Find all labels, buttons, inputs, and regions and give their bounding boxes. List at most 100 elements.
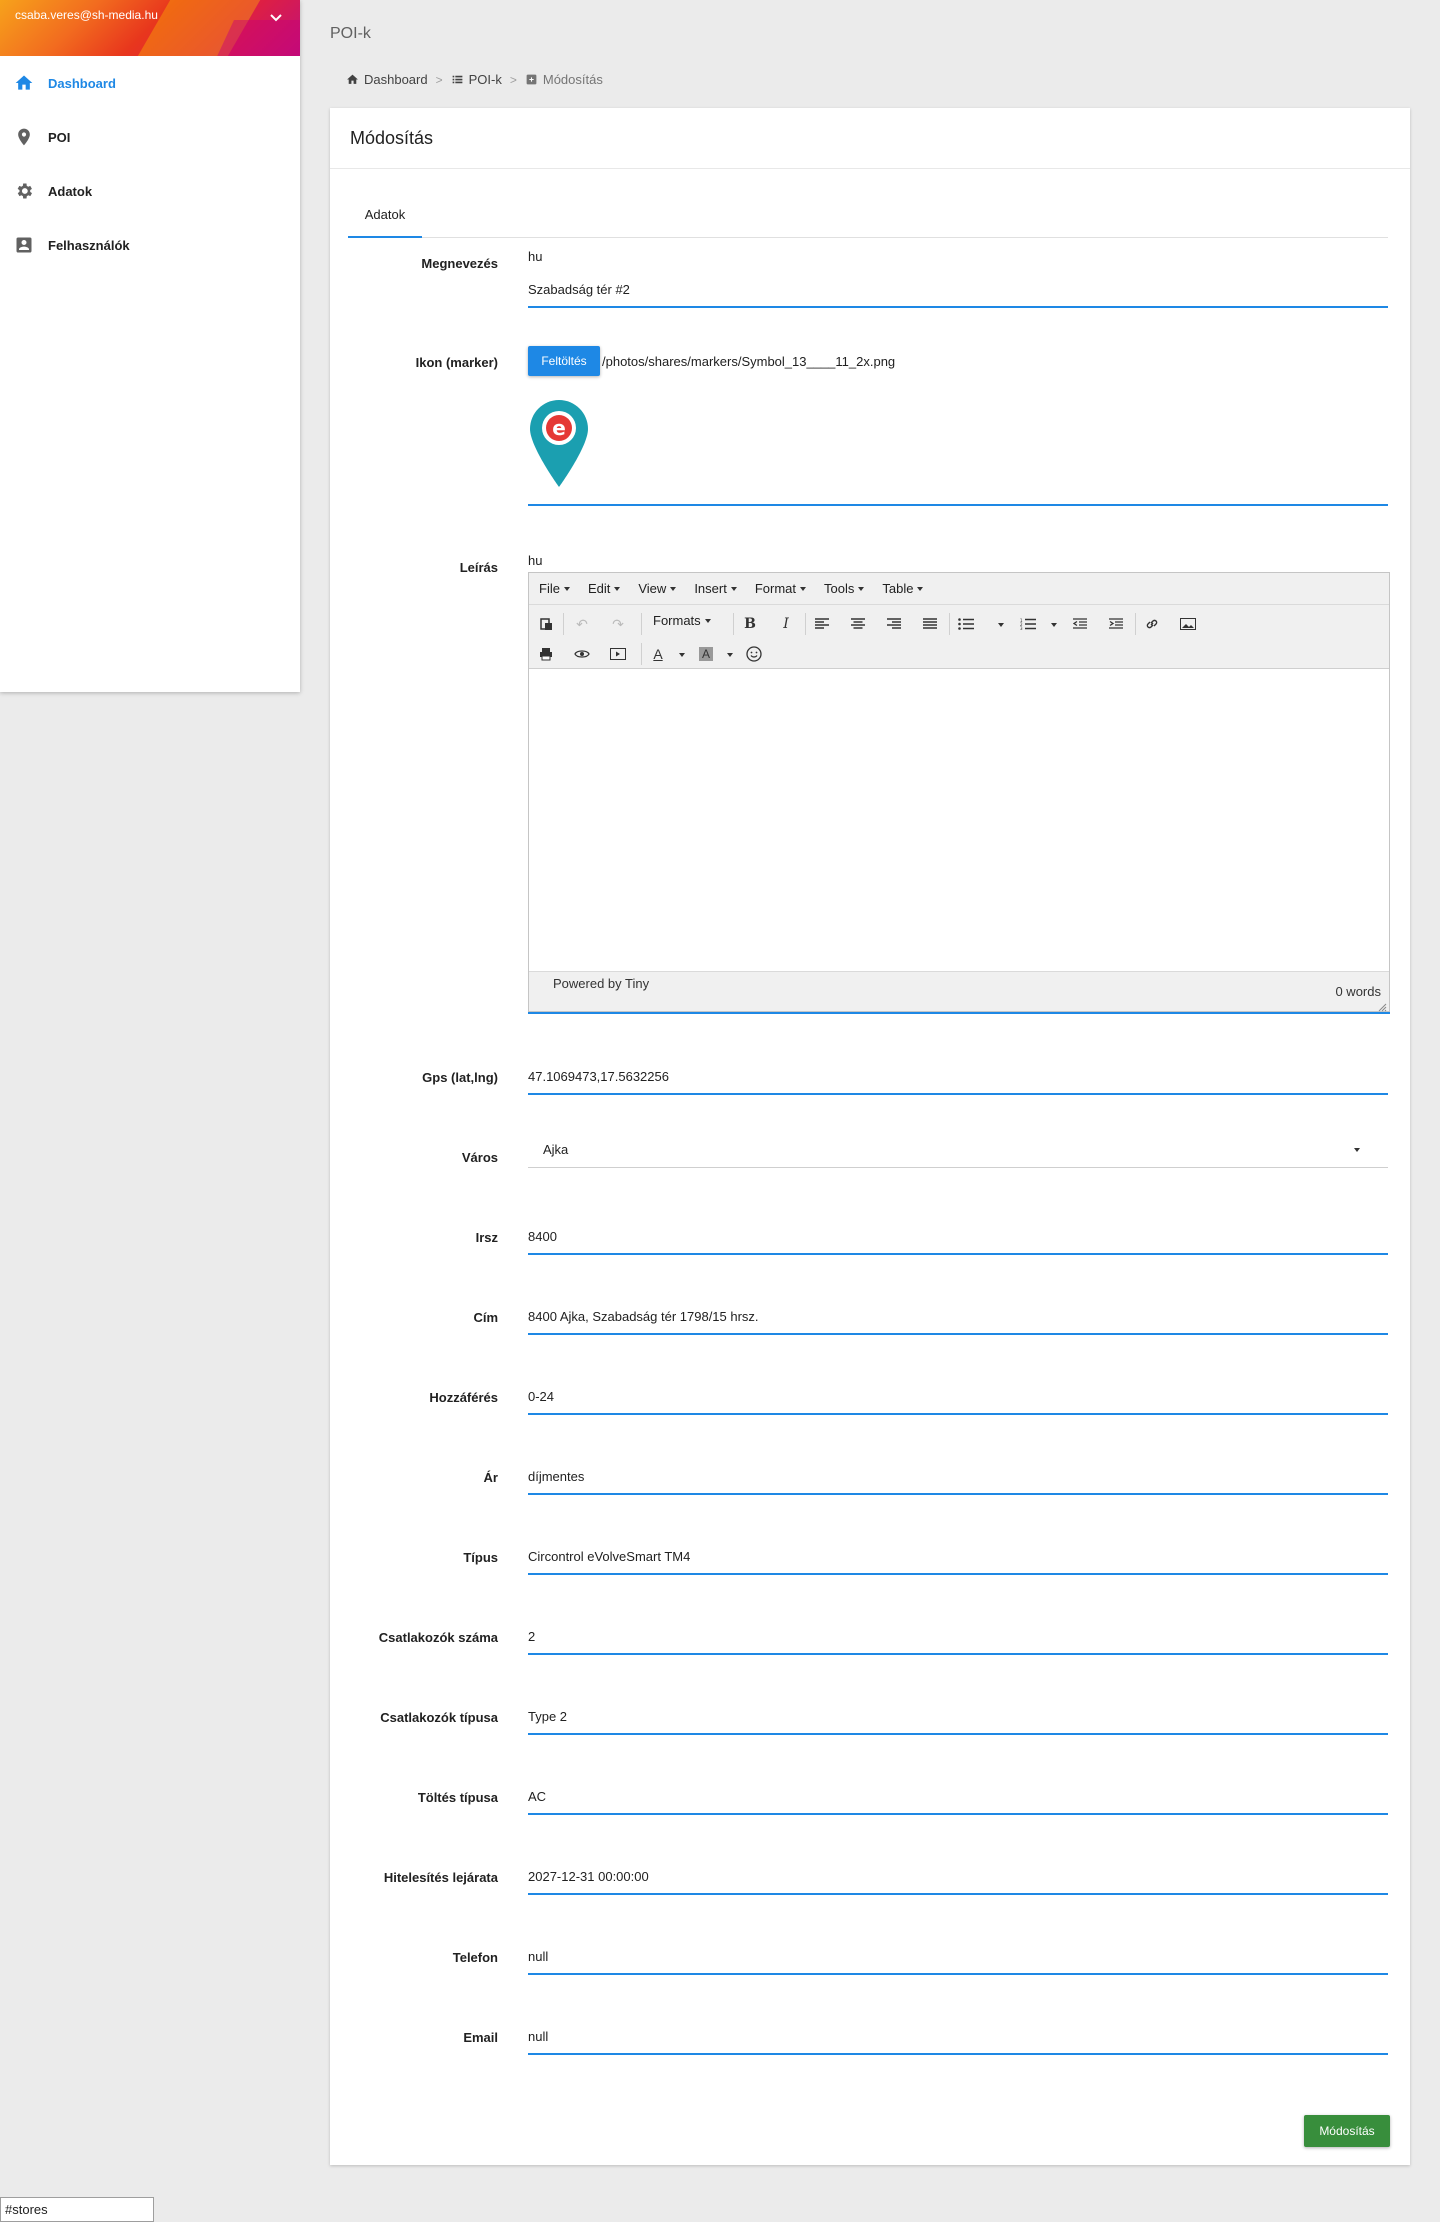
svg-text:e: e bbox=[552, 416, 566, 440]
access-field[interactable]: 0-24 bbox=[528, 1378, 1388, 1415]
gear-icon bbox=[14, 181, 34, 201]
menu-format[interactable]: Format bbox=[755, 581, 806, 596]
preview-icon[interactable] bbox=[571, 643, 593, 665]
formats-label: Formats bbox=[653, 613, 701, 628]
bullet-list-icon[interactable] bbox=[955, 613, 977, 635]
breadcrumb-separator: > bbox=[509, 72, 517, 87]
connector-type-value: Type 2 bbox=[528, 1709, 568, 1724]
breadcrumb-poi[interactable]: POI-k bbox=[451, 72, 502, 87]
city-select[interactable]: Ajka bbox=[528, 1128, 1388, 1168]
text-color-icon[interactable]: A bbox=[647, 643, 669, 665]
breadcrumb-separator: > bbox=[435, 72, 443, 87]
phone-value: null bbox=[528, 1949, 549, 1964]
gps-value: 47.1069473,17.5632256 bbox=[528, 1069, 669, 1084]
menu-tools[interactable]: Tools bbox=[824, 581, 865, 596]
marker-icon: e bbox=[528, 398, 590, 490]
editor-body[interactable] bbox=[529, 671, 1389, 971]
menu-label: Table bbox=[882, 581, 914, 596]
icon-label: Ikon (marker) bbox=[415, 355, 498, 370]
caret-down-icon[interactable] bbox=[679, 653, 685, 657]
resize-handle-icon[interactable] bbox=[1377, 999, 1387, 1012]
caret-down-icon bbox=[730, 586, 737, 591]
sidebar: csaba.veres@sh-media.hu Dashboard POI Ad… bbox=[0, 0, 300, 692]
emoji-icon[interactable] bbox=[743, 643, 765, 665]
italic-icon[interactable]: I bbox=[775, 613, 797, 635]
caret-down-icon bbox=[1354, 1148, 1360, 1152]
price-value: díjmentes bbox=[528, 1469, 585, 1484]
type-value: Circontrol eVolveSmart TM4 bbox=[528, 1549, 691, 1564]
cert-expiry-field[interactable]: 2027-12-31 00:00:00 bbox=[528, 1858, 1388, 1895]
editor-menubar: File Edit View Insert Format Tools Table bbox=[529, 573, 1389, 605]
align-center-icon[interactable] bbox=[847, 613, 869, 635]
tab-adatok[interactable]: Adatok bbox=[348, 202, 422, 238]
connector-type-label: Csatlakozók típusa bbox=[380, 1710, 498, 1725]
indent-icon[interactable] bbox=[1105, 613, 1127, 635]
redo-icon[interactable]: ↷ bbox=[607, 613, 629, 635]
background-color-icon[interactable]: A bbox=[695, 643, 717, 665]
align-justify-icon[interactable] bbox=[919, 613, 941, 635]
media-icon[interactable] bbox=[607, 643, 629, 665]
phone-field[interactable]: null bbox=[528, 1938, 1388, 1975]
powered-by-link[interactable]: Powered by Tiny bbox=[553, 976, 649, 991]
menu-file[interactable]: File bbox=[539, 581, 570, 596]
caret-down-icon bbox=[917, 586, 924, 591]
menu-edit[interactable]: Edit bbox=[587, 581, 621, 596]
city-value: Ajka bbox=[543, 1142, 569, 1157]
type-label: Típus bbox=[463, 1550, 498, 1565]
city-label: Város bbox=[461, 1150, 498, 1165]
breadcrumb-label: Dashboard bbox=[364, 72, 428, 87]
svg-text:3: 3 bbox=[1020, 626, 1023, 630]
editor-toolbar: ↶ ↷ Formats B I 1 2 3 A A bbox=[529, 605, 1389, 669]
price-label: Ár bbox=[483, 1470, 498, 1485]
price-field[interactable]: díjmentes bbox=[528, 1458, 1388, 1495]
home-icon bbox=[347, 74, 358, 84]
account-box-icon bbox=[14, 235, 34, 255]
name-label: Megnevezés bbox=[421, 256, 498, 271]
address-field[interactable]: 8400 Ajka, Szabadság tér 1798/15 hrsz. bbox=[528, 1298, 1388, 1335]
caret-down-icon[interactable] bbox=[727, 653, 733, 657]
edit-card: Módosítás Adatok Megnevezés hu Szabadság… bbox=[330, 108, 1410, 2165]
connector-type-field[interactable]: Type 2 bbox=[528, 1698, 1388, 1735]
chevron-down-icon[interactable] bbox=[268, 10, 284, 26]
menu-view[interactable]: View bbox=[638, 581, 677, 596]
image-icon[interactable] bbox=[1177, 613, 1199, 635]
formats-dropdown[interactable]: Formats bbox=[653, 613, 711, 628]
bold-icon[interactable]: B bbox=[739, 613, 761, 635]
menu-label: File bbox=[539, 581, 560, 596]
breadcrumb: Dashboard > POI-k > Módosítás bbox=[346, 72, 603, 87]
email-field[interactable]: null bbox=[528, 2018, 1388, 2055]
connector-count-value: 2 bbox=[528, 1629, 536, 1644]
connector-count-field[interactable]: 2 bbox=[528, 1618, 1388, 1655]
name-field[interactable]: Szabadság tér #2 bbox=[528, 266, 1388, 308]
type-field[interactable]: Circontrol eVolveSmart TM4 bbox=[528, 1538, 1388, 1575]
menu-label: Edit bbox=[587, 581, 611, 596]
sidebar-item-poi[interactable]: POI bbox=[0, 110, 300, 164]
paste-icon[interactable] bbox=[535, 613, 557, 635]
submit-button[interactable]: Módosítás bbox=[1304, 2115, 1390, 2147]
undo-icon[interactable]: ↶ bbox=[571, 613, 593, 635]
sidebar-item-label: POI bbox=[48, 129, 71, 145]
caret-down-icon[interactable] bbox=[998, 623, 1004, 627]
charge-type-field[interactable]: AC bbox=[528, 1778, 1388, 1815]
upload-button[interactable]: Feltöltés bbox=[528, 346, 600, 376]
link-icon[interactable] bbox=[1141, 613, 1163, 635]
sidebar-item-adatok[interactable]: Adatok bbox=[0, 164, 300, 218]
menu-table[interactable]: Table bbox=[882, 581, 924, 596]
align-left-icon[interactable] bbox=[811, 613, 833, 635]
zip-field[interactable]: 8400 bbox=[528, 1218, 1388, 1255]
menu-label: Tools bbox=[824, 581, 855, 596]
charge-type-label: Töltés típusa bbox=[417, 1790, 498, 1805]
numbered-list-icon[interactable]: 123 bbox=[1017, 613, 1039, 635]
align-right-icon[interactable] bbox=[883, 613, 905, 635]
outdent-icon[interactable] bbox=[1069, 613, 1091, 635]
menu-label: View bbox=[638, 581, 667, 596]
menu-label: Insert bbox=[694, 581, 727, 596]
menu-insert[interactable]: Insert bbox=[694, 581, 737, 596]
user-header[interactable]: csaba.veres@sh-media.hu bbox=[0, 0, 300, 56]
breadcrumb-dashboard[interactable]: Dashboard bbox=[346, 72, 428, 87]
caret-down-icon[interactable] bbox=[1051, 623, 1057, 627]
sidebar-item-felhasznalok[interactable]: Felhasználók bbox=[0, 218, 300, 272]
print-icon[interactable] bbox=[535, 643, 557, 665]
gps-field[interactable]: 47.1069473,17.5632256 bbox=[528, 1058, 1388, 1095]
sidebar-item-dashboard[interactable]: Dashboard bbox=[0, 56, 300, 110]
